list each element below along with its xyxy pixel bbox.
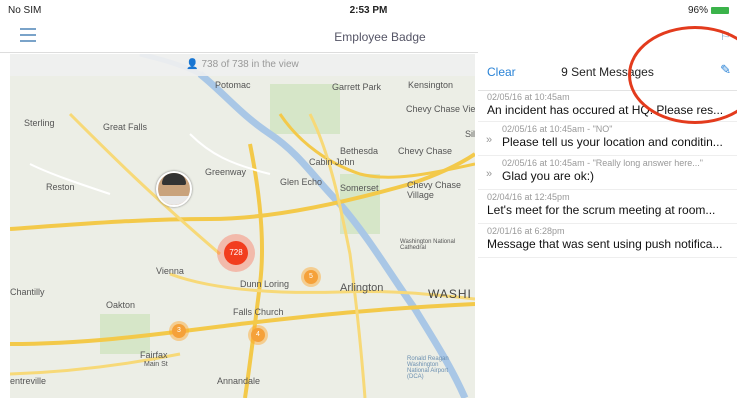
battery-indicator: 96% — [688, 5, 729, 16]
place-label: Sterling — [24, 118, 55, 128]
cluster-count: 728 — [224, 241, 248, 265]
place-label: Chantilly — [10, 287, 45, 297]
battery-icon — [711, 6, 729, 14]
place-label: Annandale — [217, 376, 261, 386]
place-label: Cabin John — [309, 157, 355, 167]
cluster-marker[interactable]: 5 — [301, 267, 321, 287]
place-label: Chevy Chase Village — [407, 180, 462, 200]
message-body: Let's meet for the scrum meeting at room… — [487, 203, 716, 217]
message-item[interactable]: » 02/05/16 at 10:45am - "Really long ans… — [478, 158, 737, 190]
place-label: Silv — [465, 129, 475, 139]
map-view[interactable]: 👤 738 of 738 in the view Potomac Garrett… — [10, 54, 475, 398]
place-label: Chevy Chase — [398, 146, 453, 156]
message-body: Message that was sent using push notific… — [487, 237, 723, 251]
cluster-marker-large[interactable]: 728 — [217, 234, 255, 272]
message-item[interactable]: 02/01/16 at 6:28pm Message that was sent… — [478, 226, 737, 258]
map-results-count: 738 of 738 in the view — [201, 59, 299, 70]
reply-arrow-icon: » — [486, 134, 493, 146]
battery-percent: 96% — [687, 5, 708, 16]
page-title: Employee Badge — [334, 30, 426, 44]
reply-arrow-icon: » — [486, 168, 493, 180]
message-meta: 02/05/16 at 10:45am - "NO" — [502, 124, 613, 134]
place-label: WASHI — [428, 287, 472, 301]
place-label: Potomac — [215, 80, 251, 90]
place-label: Reston — [46, 182, 75, 192]
place-label: Bethesda — [340, 146, 379, 156]
cluster-count: 4 — [251, 328, 265, 342]
map-results-banner: 👤 738 of 738 in the view — [10, 54, 475, 76]
nav-bar: Employee Badge ⚐ — [0, 20, 737, 53]
message-body: Please tell us your location and conditi… — [502, 135, 723, 149]
place-label: Greenway — [205, 167, 247, 177]
place-label: Great Falls — [103, 122, 148, 132]
place-label: Somerset — [340, 183, 379, 193]
cluster-count: 5 — [304, 270, 318, 284]
place-label: Washington National Cathedral — [400, 239, 456, 251]
place-label: entreville — [10, 376, 47, 386]
message-meta: 02/05/16 at 10:45am - "Really long answe… — [502, 158, 704, 168]
place-label: Arlington — [340, 282, 384, 294]
cluster-count: 3 — [172, 324, 186, 338]
cluster-marker[interactable]: 4 — [248, 325, 268, 345]
place-label: Fairfax — [140, 350, 168, 360]
place-label: Vienna — [156, 266, 184, 276]
person-icon: 👤 — [186, 59, 202, 70]
message-item[interactable]: » 02/05/16 at 10:45am - "NO" Please tell… — [478, 124, 737, 156]
place-label: Dunn Loring — [240, 279, 290, 289]
message-item[interactable]: 02/04/16 at 12:45pm Let's meet for the s… — [478, 192, 737, 224]
place-label: Oakton — [106, 300, 136, 310]
place-label: Garrett Park — [332, 82, 382, 92]
message-body: Glad you are ok:) — [502, 169, 595, 183]
cluster-marker[interactable]: 3 — [169, 321, 189, 341]
message-meta: 02/01/16 at 6:28pm — [487, 226, 565, 236]
place-label: Ronald Reagan Washington National Airpor… — [407, 356, 449, 380]
employee-avatar-pin[interactable] — [156, 171, 192, 207]
place-label: Chevy Chase Vie — [406, 104, 475, 114]
place-label: Kensington — [408, 80, 454, 90]
status-bar: No SIM 2:53 PM 96% — [0, 0, 737, 20]
place-label: Glen Echo — [280, 177, 323, 187]
place-label: Main St — [144, 361, 168, 368]
place-label: Falls Church — [233, 307, 284, 317]
clock: 2:53 PM — [349, 5, 388, 16]
message-meta: 02/04/16 at 12:45pm — [487, 192, 570, 202]
